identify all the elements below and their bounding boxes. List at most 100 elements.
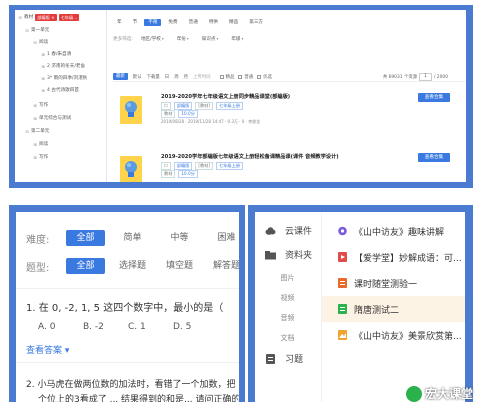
grade-tag: 七年级上册 [216, 162, 243, 170]
answer-option[interactable]: A. 0 [38, 322, 83, 332]
type-option-all[interactable]: 全部 [66, 258, 105, 274]
filter-row-type: 年 节 不限 免费 普通 特供 精品 第三方 [113, 18, 270, 27]
filter-chip-edition[interactable]: 部编版 × [35, 13, 57, 21]
sort-tab[interactable]: 月 [184, 74, 188, 80]
file-item[interactable]: 《山中访友》趣味讲解 [322, 218, 465, 244]
grade-tag: 七年级上册 [216, 102, 243, 110]
resource-thumbnail [120, 96, 142, 124]
tree-item-reading[interactable]: ⊞ 阅读 [33, 140, 48, 148]
file-item[interactable]: 【爱学堂】妙解成语：可... [322, 244, 465, 270]
filter-option[interactable]: 节 [129, 19, 142, 26]
file-item-selected[interactable]: 隋唐测试二 [322, 296, 465, 322]
difficulty-filter: 难度: 全部 简单 中等 困难 [26, 230, 239, 246]
sidebar-item-exercises[interactable]: 习题 [265, 352, 303, 365]
grade-select[interactable]: 年级▾ [227, 36, 247, 42]
type-tag: ☐ [161, 162, 171, 170]
filter-option[interactable]: 免费 [164, 19, 181, 26]
filter-row-more: 更多筛选: 地区/学校▾ 年份▾ 知识点▾ 年级▾ [113, 34, 252, 43]
type-option[interactable]: 解答题 [207, 258, 239, 274]
checkbox[interactable] [219, 74, 224, 79]
file-item[interactable]: 《山中访友》美景欣赏第... [322, 322, 465, 348]
watermark: 宏大课堂 [405, 385, 473, 402]
resource-card[interactable]: 2019-2020学年部编版七年级语文上册轻松备课精品课(课件 音频教学设计) … [113, 150, 466, 182]
doc-icon [338, 304, 347, 314]
collapse-icon: ⊟ [18, 14, 22, 20]
tree-root-label: 教材 [24, 15, 34, 20]
tree-item-writing[interactable]: ⊞ 写作 [33, 153, 48, 161]
sub-item-documents[interactable]: 文档 [255, 330, 320, 346]
sort-tab[interactable]: 默认 [133, 74, 142, 80]
page-input[interactable]: 1 [419, 73, 432, 81]
expand-icon: ⊞ [41, 63, 45, 69]
view-answer-link[interactable]: 查看答案 ▾ [26, 343, 69, 356]
expand-icon: ⊞ [33, 154, 37, 160]
answer-option[interactable]: B. -2 [83, 322, 128, 332]
view-collection-button[interactable]: 查看合集 [418, 93, 450, 102]
difficulty-option[interactable]: 中等 [160, 230, 199, 246]
filter-option[interactable]: 普通 [185, 19, 202, 26]
tree-item-lesson[interactable]: ⊞ 1 春/朱自清 [41, 50, 71, 58]
resource-thumbnail [120, 156, 142, 182]
sub-item-images[interactable]: 图片 [255, 270, 320, 286]
checkbox[interactable] [238, 74, 243, 79]
filter-option[interactable]: 精品 [225, 19, 242, 26]
edition-tag: 部编版 [173, 102, 193, 110]
category-tag: 教材 [161, 170, 176, 178]
question-card: 1. 在 0, -2, 1, 5 这四个数字中，最小的是（ ） A. 0 B. … [16, 288, 239, 363]
pager: 共 69031 个资源 1 / 2000 [383, 73, 448, 81]
drive-sidebar: 云课件 资料夹 图片 视频 音频 文档 习题 [255, 212, 320, 402]
resource-card[interactable]: 2019-2020学年七年级语文上册同步精品课堂(部编版) ☐ 部编版 [教材]… [113, 90, 466, 145]
kind-tag: [教材] [195, 102, 213, 110]
wechat-logo-icon [405, 385, 422, 402]
cloud-icon [265, 226, 276, 235]
answer-option[interactable]: C. 1 [128, 322, 173, 332]
sub-item-videos[interactable]: 视频 [255, 290, 320, 306]
file-item[interactable]: 课时随堂测验一 [322, 270, 465, 296]
filter-option[interactable]: 年 [113, 19, 126, 26]
difficulty-option[interactable]: 困难 [207, 230, 239, 246]
tree-item-unit2[interactable]: ⊟ 第二单元 [25, 127, 49, 135]
sub-item-audio[interactable]: 音频 [255, 310, 320, 326]
tree-item-unit-test[interactable]: ⊞ 单元综合与测试 [33, 114, 71, 122]
filter-option[interactable]: 第三方 [245, 19, 267, 26]
view-collection-button[interactable]: 查看合集 [418, 153, 450, 162]
tree-item-lesson[interactable]: ⊞ 4 古代诗歌四首 [41, 86, 79, 94]
type-option[interactable]: 选择题 [113, 258, 152, 274]
difficulty-label: 难度: [26, 234, 50, 246]
difficulty-option-all[interactable]: 全部 [66, 230, 105, 246]
image-icon [338, 330, 347, 340]
list-toolbar: 最新 默认 下载量 日 周 月 上传时间 精品 普通 优选 共 69031 个资… [113, 72, 466, 82]
checkbox[interactable] [257, 74, 262, 79]
tree-item-writing[interactable]: ⊞ 写作 [33, 101, 48, 109]
region-select[interactable]: 地区/学校▾ [137, 36, 168, 42]
answer-option[interactable]: D. 5 [173, 322, 218, 332]
knowledge-select[interactable]: 知识点▾ [198, 36, 223, 42]
tree-item-lesson[interactable]: ⊞ 3* 雨的四季/刘湛秋 [41, 74, 87, 82]
upload-time-select[interactable]: 上传时间 [193, 74, 211, 80]
year-select[interactable]: 年份▾ [173, 36, 193, 42]
type-option[interactable]: 填空题 [160, 258, 199, 274]
filter-chip-grade[interactable]: 七年级... [58, 13, 80, 21]
sort-tab[interactable]: 下载量 [147, 74, 160, 80]
sort-tab[interactable]: 日 [165, 74, 169, 80]
filter-option-active[interactable]: 不限 [144, 19, 162, 26]
exercise-icon [266, 353, 275, 364]
sort-latest-button[interactable]: 最新 [113, 73, 128, 80]
sort-tab[interactable]: 周 [174, 74, 178, 80]
filter-option[interactable]: 特供 [205, 19, 222, 26]
question-text: 2. 小马虎在做两位数的加法时，看错了一个加数，把 [26, 380, 236, 390]
filter-panel: 年 节 不限 免费 普通 特供 精品 第三方 更多筛选: 地区/学校▾ 年份▾ … [113, 10, 466, 60]
sidebar-item-folder[interactable]: 资料夹 [265, 248, 312, 261]
sidebar-item-cloud-courseware[interactable]: 云课件 [265, 224, 312, 237]
resource-browser: ⊟ 教材 部编版 × 七年级... ⊟ 第一单元 ⊟ 阅读 ⊞ 1 春/朱自清 ⊞ 2 … [15, 10, 466, 182]
expand-icon: ⊞ [41, 87, 45, 93]
tree-item-reading[interactable]: ⊟ 阅读 [33, 38, 48, 46]
tree-item-lesson[interactable]: ⊞ 2 济南的冬天/老舍 [41, 62, 85, 70]
resource-title[interactable]: 2019-2020学年部编版七年级语文上册轻松备课精品课(课件 音频教学设计) [161, 153, 339, 160]
collapse-icon: ⊟ [25, 128, 29, 134]
tree-root[interactable]: ⊟ 教材 部编版 × 七年级... [18, 13, 80, 21]
tree-item-unit1[interactable]: ⊟ 第一单元 [25, 26, 49, 34]
difficulty-option[interactable]: 简单 [113, 230, 152, 246]
doc-icon [338, 278, 347, 288]
resource-title[interactable]: 2019-2020学年七年级语文上册同步精品课堂(部编版) [161, 93, 290, 100]
